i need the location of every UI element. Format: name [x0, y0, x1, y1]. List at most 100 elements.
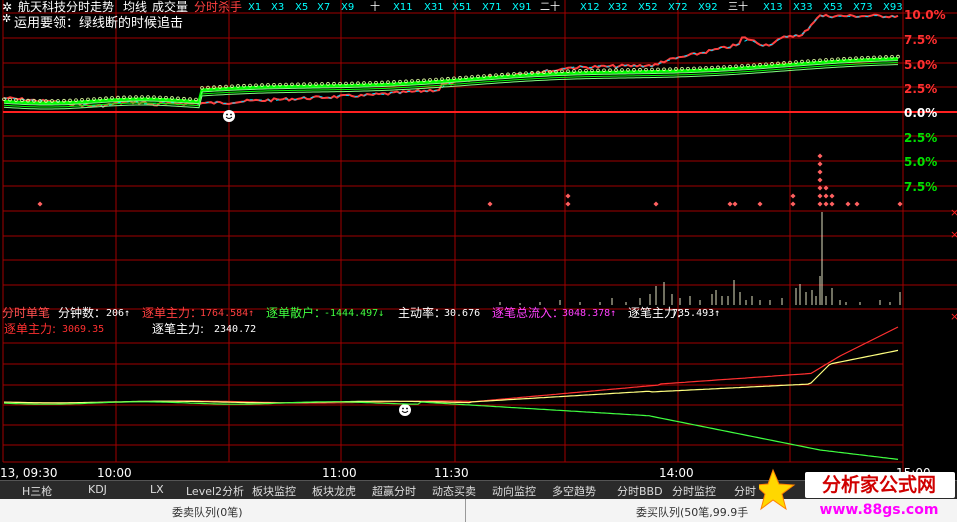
buy-signal-icon — [223, 110, 235, 122]
formula-tab-0[interactable]: H三枪 — [22, 483, 52, 499]
signal-dot — [817, 201, 823, 207]
header-tab-x33[interactable]: X33 — [793, 1, 813, 15]
header-tab-二十[interactable]: 二十 — [540, 1, 560, 15]
ma-dot — [896, 54, 900, 59]
minutes-label: 分钟数： — [58, 306, 107, 320]
stock-title: 航天科技分时走势 — [18, 0, 115, 14]
active-rate-label: 主动率： — [398, 306, 447, 320]
cursor-smiley-icon — [399, 404, 411, 416]
formula-tab-2[interactable]: LX — [150, 483, 164, 496]
time-label: 11:00 — [322, 466, 357, 480]
header-tab-x3[interactable]: X3 — [271, 1, 284, 15]
single-main-line — [3, 326, 899, 404]
signal-dot — [37, 201, 43, 207]
right-axis-label: 7.5% — [904, 33, 938, 47]
header-tab-x7[interactable]: X7 — [317, 1, 330, 15]
indicator-name[interactable]: 分时单笔 — [2, 306, 50, 320]
ma-line — [3, 57, 899, 105]
right-axis-label: 0.0% — [904, 106, 938, 120]
formula-tab-10[interactable]: 分时BBD — [617, 483, 663, 499]
single-main-value: 1764.584↑ — [200, 308, 255, 319]
right-axis-label: 5.0% — [904, 58, 938, 72]
scroll-marker: × — [950, 228, 957, 241]
formula-tab-3[interactable]: Level2分析 — [186, 483, 244, 499]
right-axis-label: 7.5% — [904, 180, 938, 194]
formula-tab-8[interactable]: 动向监控 — [492, 483, 536, 499]
signal-dot — [790, 201, 796, 207]
signal-dot — [829, 193, 835, 199]
signal-dot — [845, 201, 851, 207]
header-tab-x32[interactable]: X32 — [608, 1, 628, 15]
header-tab-三十[interactable]: 三十 — [728, 1, 748, 15]
volume-panel — [37, 153, 903, 305]
header-tab-x13[interactable]: X13 — [763, 1, 783, 15]
header-tab-x1[interactable]: X1 — [248, 1, 261, 15]
single-retail-value: -1444.497↓ — [324, 308, 385, 319]
header-tab-x53[interactable]: X53 — [823, 1, 843, 15]
watermark-logo: 分析家公式网 www.88gs.com — [759, 468, 955, 518]
signal-dot — [790, 193, 796, 199]
signal-dot — [487, 201, 493, 207]
chart-grid: × × × — [2, 0, 957, 480]
header-tab-x71[interactable]: X71 — [482, 1, 502, 15]
gear-icon[interactable]: ✲ — [2, 12, 11, 26]
right-axis-label: 5.0% — [904, 155, 938, 169]
single-retail-line — [3, 401, 899, 460]
usage-tip: 运用要领：绿线断的时候追击 — [14, 16, 184, 31]
scroll-marker: × — [950, 310, 957, 323]
formula-tab-7[interactable]: 动态买卖 — [432, 483, 476, 499]
signal-dot — [732, 201, 738, 207]
active-rate-value: 30.676 — [444, 308, 481, 319]
signal-dot — [854, 201, 860, 207]
header-tab-x72[interactable]: X72 — [668, 1, 688, 15]
header-tab-x91[interactable]: X91 — [512, 1, 532, 15]
scroll-marker: × — [950, 206, 957, 219]
price-panel — [2, 13, 900, 416]
time-label: 13, 09:30 — [0, 466, 58, 480]
formula-tab-9[interactable]: 多空趋势 — [552, 483, 596, 499]
formula-tab-11[interactable]: 分时监控 — [672, 483, 716, 499]
buy-signal-icon-eye — [226, 113, 228, 116]
signal-dot — [565, 193, 571, 199]
header-tab-x51[interactable]: X51 — [452, 1, 472, 15]
header-tab-十[interactable]: 十 — [370, 1, 380, 15]
ma-label: 均线 — [123, 0, 148, 14]
sell-queue[interactable]: 委卖队列(0笔) — [172, 504, 243, 520]
formula-tab-1[interactable]: KDJ — [88, 483, 107, 496]
signal-label: 分时杀手 — [194, 0, 243, 14]
signal-dot — [817, 169, 823, 175]
time-label: 11:30 — [434, 466, 469, 480]
watermark-url: www.88gs.com — [820, 502, 939, 518]
signal-dot — [817, 153, 823, 159]
signal-dot — [897, 201, 903, 207]
main-value: 735.493↑ — [672, 308, 721, 319]
formula-tab-12[interactable]: 分时 — [734, 483, 756, 499]
cursor-smiley-icon-eye — [402, 407, 404, 410]
formula-tab-4[interactable]: 板块监控 — [252, 483, 296, 499]
signal-dot — [829, 201, 835, 207]
header-tab-x9[interactable]: X9 — [341, 1, 354, 15]
header-tab-x92[interactable]: X92 — [698, 1, 718, 15]
header-tab-x73[interactable]: X73 — [853, 1, 873, 15]
single-retail-label: 逐单散户： — [266, 306, 327, 320]
header-tab-x5[interactable]: X5 — [295, 1, 308, 15]
right-axis-label: 10.0% — [904, 8, 946, 22]
header-tab-x12[interactable]: X12 — [580, 1, 600, 15]
buy-queue[interactable]: 委买队列(50笔,99.9手 — [636, 504, 748, 520]
formula-tab-5[interactable]: 板块龙虎 — [312, 483, 356, 499]
time-label: 14:00 — [659, 466, 694, 480]
right-axis-label: 2.5% — [904, 131, 938, 145]
chart-stage: × × × — [2, 0, 957, 480]
signal-dot — [817, 177, 823, 183]
signal-dot — [823, 193, 829, 199]
header-tab-x52[interactable]: X52 — [638, 1, 658, 15]
formula-tab-6[interactable]: 超赢分时 — [372, 483, 416, 499]
header-tab-x31[interactable]: X31 — [424, 1, 444, 15]
header-tab-x93[interactable]: X93 — [883, 1, 903, 15]
cursor-main-value: 2340.72 — [214, 324, 257, 335]
queue-divider — [465, 499, 466, 522]
cursor-single-main-label: 逐单主力: — [4, 322, 57, 336]
single-main-label: 逐单主力： — [142, 306, 203, 320]
header-tab-x11[interactable]: X11 — [393, 1, 413, 15]
time-label: 10:00 — [97, 466, 132, 480]
